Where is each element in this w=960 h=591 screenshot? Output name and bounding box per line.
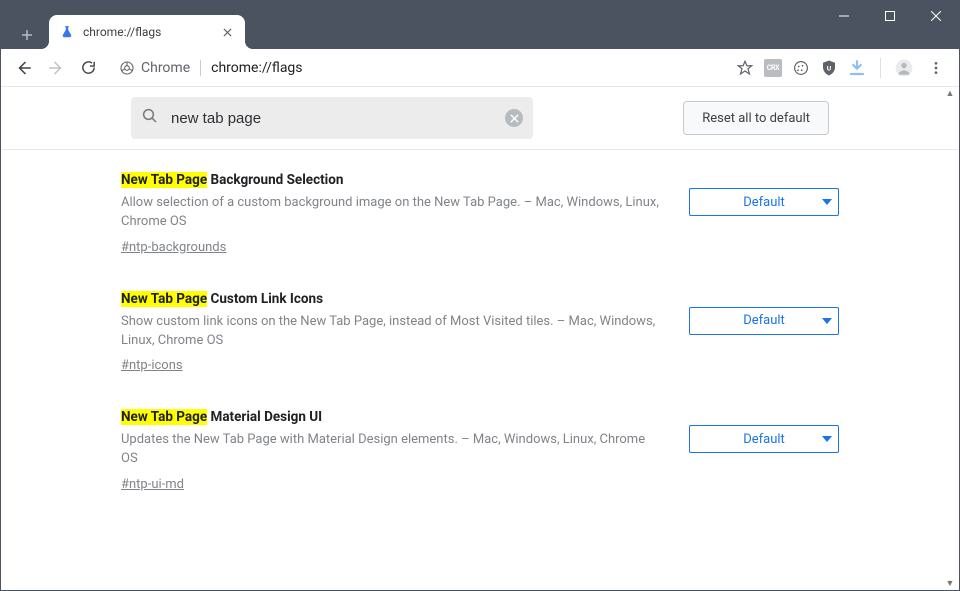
flags-search-box[interactable]	[131, 97, 533, 139]
site-chip-label: Chrome	[141, 60, 190, 76]
profile-avatar-icon[interactable]	[889, 53, 919, 83]
chevron-down-icon	[822, 436, 832, 442]
flag-title: New Tab Page Material Design UI	[121, 409, 659, 425]
svg-text:U: U	[827, 64, 832, 72]
window-titlebar: chrome://flags	[1, 1, 959, 49]
extension-download-icon[interactable]	[848, 59, 866, 77]
url-text: chrome://flags	[211, 60, 302, 76]
flag-item: New Tab Page Material Design UI Updates …	[121, 409, 839, 492]
scroll-down-arrow[interactable]: ▼	[945, 578, 955, 588]
toolbar-divider	[880, 58, 881, 78]
extension-icons: CRX U	[736, 59, 866, 77]
minimize-button[interactable]	[821, 1, 867, 31]
menu-button[interactable]	[921, 53, 951, 83]
flag-state-select[interactable]: Default	[689, 425, 839, 453]
flag-description: Updates the New Tab Page with Material D…	[121, 431, 659, 469]
reload-button[interactable]	[73, 53, 103, 83]
forward-button[interactable]	[41, 53, 71, 83]
flag-description: Allow selection of a custom background i…	[121, 194, 659, 232]
flag-description: Show custom link icons on the New Tab Pa…	[121, 313, 659, 351]
back-button[interactable]	[9, 53, 39, 83]
close-window-button[interactable]	[913, 1, 959, 31]
site-chip: Chrome	[119, 60, 201, 76]
scroll-up-arrow[interactable]: ▲	[945, 88, 955, 98]
reset-all-label: Reset all to default	[702, 111, 810, 126]
tab-title: chrome://flags	[83, 25, 219, 39]
flags-search-input[interactable]	[169, 109, 505, 128]
flag-title: New Tab Page Custom Link Icons	[121, 291, 659, 307]
bookmark-star-icon[interactable]	[736, 59, 754, 77]
browser-tab[interactable]: chrome://flags	[49, 15, 245, 49]
select-value: Default	[743, 313, 785, 328]
extension-crx-icon[interactable]: CRX	[764, 59, 782, 77]
tab-strip: chrome://flags	[1, 1, 245, 49]
flask-icon	[59, 24, 75, 40]
select-value: Default	[743, 195, 785, 210]
flag-item: New Tab Page Custom Link Icons Show cust…	[121, 291, 839, 374]
chevron-down-icon	[822, 318, 832, 324]
window-controls	[821, 1, 959, 31]
flag-anchor-link[interactable]: #ntp-ui-md	[121, 477, 184, 492]
flag-item: New Tab Page Background Selection Allow …	[121, 172, 839, 255]
flag-anchor-link[interactable]: #ntp-backgrounds	[121, 240, 226, 255]
address-bar[interactable]: Chrome chrome://flags	[111, 54, 728, 82]
search-icon	[141, 107, 159, 129]
browser-toolbar: Chrome chrome://flags CRX U	[1, 49, 959, 87]
flag-anchor-link[interactable]: #ntp-icons	[121, 358, 183, 373]
chrome-page-icon	[119, 60, 135, 76]
maximize-button[interactable]	[867, 1, 913, 31]
new-tab-button[interactable]	[13, 21, 41, 49]
chevron-down-icon	[822, 199, 832, 205]
reset-all-button[interactable]: Reset all to default	[683, 101, 829, 135]
page-content: Reset all to default New Tab Page Backgr…	[2, 87, 958, 589]
extension-cookie-icon[interactable]	[792, 59, 810, 77]
flag-state-select[interactable]: Default	[689, 188, 839, 216]
extension-shield-icon[interactable]: U	[820, 59, 838, 77]
clear-search-icon[interactable]	[505, 109, 523, 127]
tab-close-icon[interactable]	[219, 24, 235, 40]
flag-state-select[interactable]: Default	[689, 307, 839, 335]
flag-title: New Tab Page Background Selection	[121, 172, 659, 188]
flags-list: New Tab Page Background Selection Allow …	[121, 150, 839, 568]
select-value: Default	[743, 432, 785, 447]
